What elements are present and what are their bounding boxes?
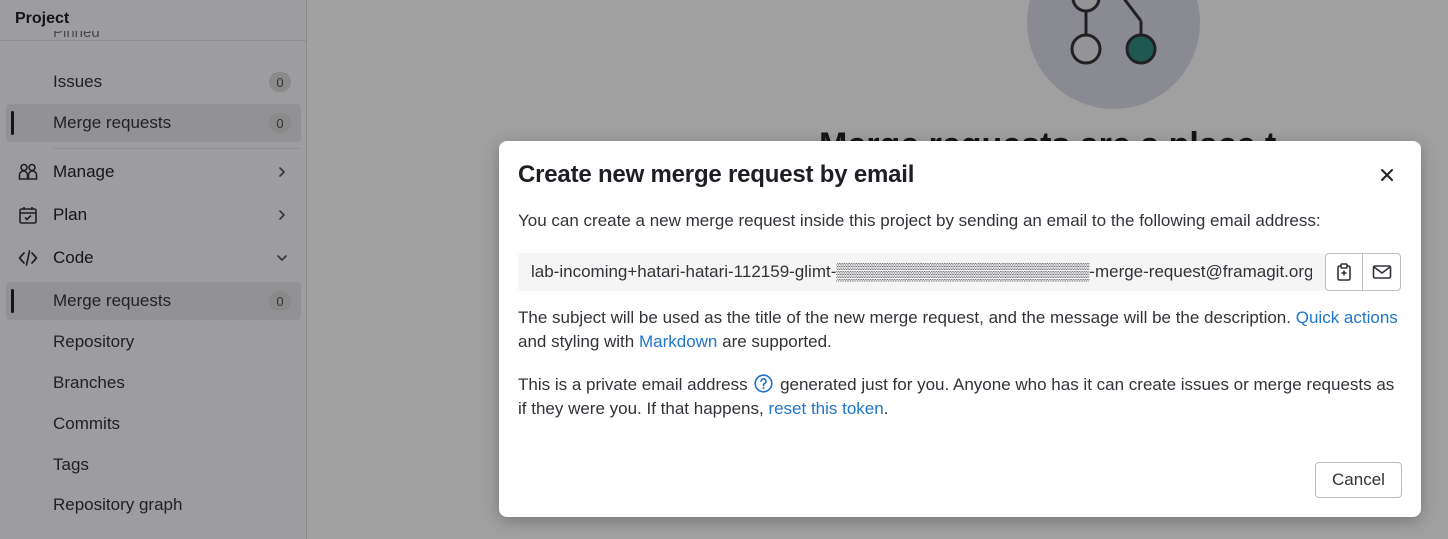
quick-actions-link[interactable]: Quick actions (1296, 308, 1398, 327)
subject-info-paragraph: The subject will be used as the title of… (518, 306, 1400, 354)
subject-text: The subject will be used as the title of… (518, 308, 1291, 327)
modal-title: Create new merge request by email (518, 161, 915, 188)
modal-description: You can create a new merge request insid… (518, 211, 1321, 230)
close-button[interactable] (1373, 161, 1401, 189)
clipboard-icon (1337, 263, 1351, 281)
subject-text-end: are supported. (722, 332, 832, 351)
close-icon (1381, 169, 1393, 181)
email-address-input[interactable] (518, 253, 1325, 291)
mail-icon (1372, 265, 1391, 279)
merge-request-email-modal: Create new merge request by email You ca… (499, 141, 1421, 517)
subject-text-middle: and styling with (518, 332, 635, 351)
private-address-paragraph: This is a private email address generate… (518, 374, 1395, 418)
copy-email-button[interactable] (1325, 253, 1363, 291)
cancel-button[interactable]: Cancel (1315, 462, 1402, 498)
reset-token-link[interactable]: reset this token (768, 399, 883, 418)
app: Project Pinned Issues 0 Merge requests 0… (0, 0, 1448, 539)
private-text: This is a private email address (518, 375, 748, 394)
question-circle-icon[interactable] (754, 374, 773, 393)
markdown-link[interactable]: Markdown (639, 332, 717, 351)
email-address-group (518, 253, 1402, 291)
send-email-button[interactable] (1363, 253, 1401, 291)
